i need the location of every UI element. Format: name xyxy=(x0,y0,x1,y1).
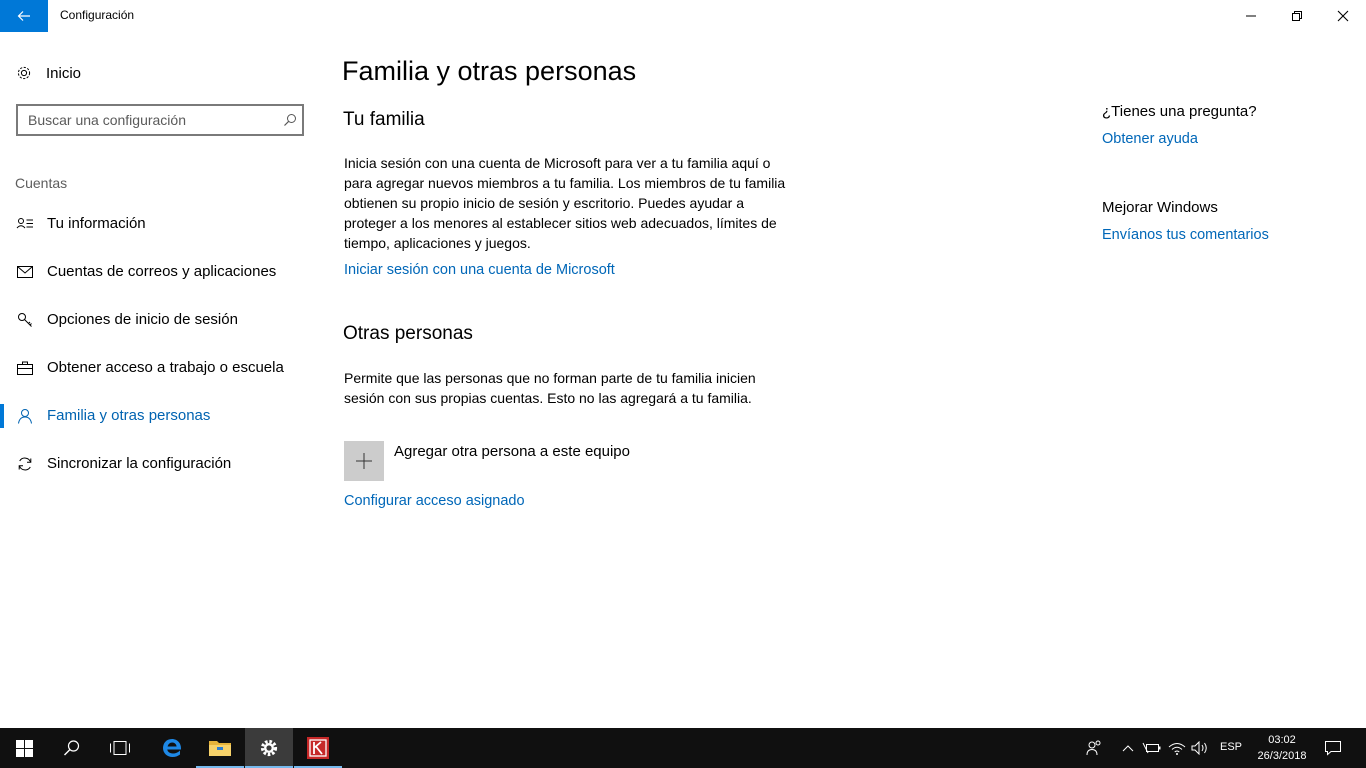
sync-icon xyxy=(16,455,34,473)
sidebar-item-label: Opciones de inicio de sesión xyxy=(47,311,238,328)
folder-icon xyxy=(209,741,231,756)
windows-logo-icon xyxy=(15,739,33,757)
taskbar-settings-button[interactable] xyxy=(245,728,293,768)
back-button[interactable] xyxy=(0,0,48,32)
title-bar: Configuración xyxy=(0,0,1366,32)
question-heading: ¿Tienes una pregunta? xyxy=(1102,103,1257,120)
task-view-icon xyxy=(110,741,130,755)
signin-microsoft-link[interactable]: Iniciar sesión con una cuenta de Microso… xyxy=(344,262,615,278)
feedback-link[interactable]: Envíanos tus comentarios xyxy=(1102,227,1269,243)
add-person-button[interactable] xyxy=(344,441,384,481)
search-input[interactable] xyxy=(28,111,268,129)
sidebar-item-email-accounts[interactable]: Cuentas de correos y aplicaciones xyxy=(0,252,320,292)
restore-button[interactable] xyxy=(1274,0,1320,32)
add-person-label[interactable]: Agregar otra persona a este equipo xyxy=(394,443,630,460)
close-icon xyxy=(1337,10,1349,22)
selection-indicator xyxy=(0,404,4,428)
sidebar-item-label: Tu información xyxy=(47,215,146,232)
key-icon xyxy=(16,311,34,329)
taskbar-explorer-button[interactable] xyxy=(196,728,244,768)
other-people-description: Permite que las personas que no forman p… xyxy=(344,370,756,406)
edge-browser-icon xyxy=(163,739,182,757)
gear-icon xyxy=(17,66,31,80)
plus-icon xyxy=(356,453,372,469)
page-title: Familia y otras personas xyxy=(342,56,637,86)
search-box[interactable] xyxy=(16,104,304,136)
taskbar-search-button[interactable] xyxy=(48,728,96,768)
sidebar-item-family[interactable]: Familia y otras personas xyxy=(0,396,320,436)
family-heading: Tu familia xyxy=(343,109,425,130)
taskbar-app-button[interactable] xyxy=(294,728,342,768)
search-icon xyxy=(64,740,80,756)
search-icon[interactable] xyxy=(282,112,298,133)
sidebar-item-label: Sincronizar la configuración xyxy=(47,455,232,472)
people-icon[interactable] xyxy=(1084,738,1104,758)
sidebar-item-label: Obtener acceso a trabajo o escuela xyxy=(47,359,284,376)
home-nav-item[interactable]: Inicio xyxy=(16,62,81,84)
person-card-icon xyxy=(16,215,34,233)
mail-icon xyxy=(16,263,34,281)
taskbar-edge-button[interactable] xyxy=(148,728,196,768)
minimize-icon xyxy=(1246,15,1256,17)
close-button[interactable] xyxy=(1320,0,1366,32)
clock-time: 03:02 xyxy=(1268,734,1296,746)
sidebar-item-label: Cuentas de correos y aplicaciones xyxy=(47,263,277,280)
action-center-icon[interactable] xyxy=(1323,738,1343,758)
briefcase-icon xyxy=(16,359,34,377)
clock-date: 26/3/2018 xyxy=(1257,750,1307,762)
sidebar-item-sync[interactable]: Sincronizar la configuración xyxy=(0,444,320,484)
window-title: Configuración xyxy=(60,8,135,22)
family-description: Inicia sesión con una cuenta de Microsof… xyxy=(344,155,786,251)
taskbar: ESP 03:02 26/3/2018 xyxy=(0,728,1366,768)
chevron-up-icon[interactable] xyxy=(1118,738,1138,758)
start-button[interactable] xyxy=(0,728,48,768)
wifi-icon[interactable] xyxy=(1167,738,1187,758)
home-label: Inicio xyxy=(46,64,82,82)
back-arrow-icon xyxy=(17,11,30,21)
assigned-access-link[interactable]: Configurar acceso asignado xyxy=(344,493,525,509)
sidebar-item-work-school[interactable]: Obtener acceso a trabajo o escuela xyxy=(0,348,320,388)
task-view-button[interactable] xyxy=(96,728,144,768)
clock[interactable]: 03:02 26/3/2018 xyxy=(1254,732,1310,764)
language-indicator[interactable]: ESP xyxy=(1220,741,1242,753)
person-icon xyxy=(16,407,34,425)
section-header-accounts: Cuentas xyxy=(15,175,68,191)
get-help-link[interactable]: Obtener ayuda xyxy=(1102,131,1198,147)
sidebar-item-your-info[interactable]: Tu información xyxy=(0,204,320,244)
battery-icon[interactable] xyxy=(1142,738,1162,758)
improve-windows-heading: Mejorar Windows xyxy=(1102,199,1218,216)
other-people-heading: Otras personas xyxy=(343,323,473,344)
minimize-button[interactable] xyxy=(1228,0,1274,32)
volume-icon[interactable] xyxy=(1190,738,1210,758)
sidebar-item-label: Familia y otras personas xyxy=(47,407,211,424)
restore-icon xyxy=(1292,11,1302,21)
sidebar-item-signin-options[interactable]: Opciones de inicio de sesión xyxy=(0,300,320,340)
app-icon xyxy=(307,737,329,759)
gear-icon xyxy=(260,739,278,757)
